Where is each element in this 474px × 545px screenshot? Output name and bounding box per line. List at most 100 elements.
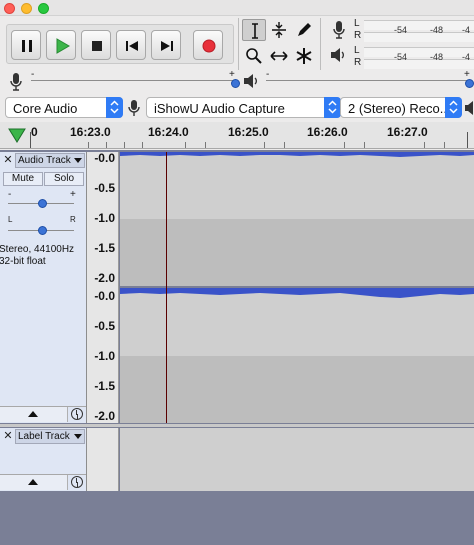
skip-to-start-icon	[126, 41, 138, 51]
timeline-label: 16:27.0	[387, 125, 428, 139]
record-meter-left[interactable]	[364, 20, 474, 30]
label-track-ruler	[87, 428, 119, 491]
label-track-lane[interactable]	[120, 428, 474, 491]
label-track-menu-button[interactable]: Label Track	[15, 429, 85, 444]
time-shift-tool-button[interactable]	[267, 45, 291, 67]
pause-icon	[22, 40, 32, 52]
ruler-label: -2.0	[94, 271, 115, 285]
waveform-right-channel[interactable]	[120, 288, 474, 423]
gain-slider[interactable]	[38, 199, 47, 208]
ruler-label: -1.0	[94, 349, 115, 363]
transport-toolbar	[6, 24, 234, 64]
play-meter-left[interactable]	[364, 47, 474, 57]
solo-button[interactable]: Solo	[44, 172, 84, 186]
timeline-label: 16:24.0	[148, 125, 189, 139]
track-format-bits: 32-bit float	[0, 256, 46, 267]
record-volume-slider-track	[31, 80, 236, 81]
playback-volume-slider-track	[266, 80, 470, 81]
record-meter-right[interactable]	[364, 32, 474, 42]
draw-tool-button[interactable]	[292, 19, 316, 41]
ruler-label: -2.0	[94, 409, 115, 423]
meter-tick: -4	[462, 52, 471, 62]
timeline-label: 16:23.0	[70, 125, 111, 139]
select-arrows-icon	[106, 97, 123, 118]
multi-tool-button[interactable]	[292, 45, 316, 67]
window-maximize-button[interactable]	[38, 3, 49, 14]
gain-minus-label: -	[8, 189, 12, 200]
play-icon	[56, 38, 70, 54]
label-track-control-panel: ✕ Label Track	[0, 428, 87, 491]
sync-lock-clock-icon[interactable]	[71, 408, 83, 420]
audio-track-menu-button[interactable]: Audio Track	[15, 153, 85, 168]
record-icon	[202, 39, 216, 53]
selection-tool-button[interactable]	[242, 19, 266, 41]
envelope-tool-button[interactable]	[267, 19, 291, 41]
double-arrow-icon	[270, 51, 288, 61]
pause-button[interactable]	[11, 30, 41, 60]
skip-to-end-button[interactable]	[151, 30, 181, 60]
recording-channels-value: 2 (Stereo) Reco...	[348, 101, 451, 116]
stop-button[interactable]	[81, 30, 111, 60]
audio-track-vertical-ruler[interactable]: -0.0 -0.5 -1.0 -1.5 -2.0 -0.0 -0.5 -1.0 …	[87, 151, 119, 423]
triangle-up-icon	[28, 479, 38, 485]
audio-host-value: Core Audio	[13, 101, 78, 116]
pencil-icon	[298, 23, 311, 36]
playback-volume-slider[interactable]	[465, 79, 474, 88]
audio-track-control-panel: ✕ Audio Track Mute Solo - + L R Stereo, …	[0, 152, 87, 423]
pan-left-label: L	[8, 215, 13, 224]
record-button[interactable]	[193, 30, 223, 60]
waveform-trace	[120, 288, 474, 298]
skip-to-start-button[interactable]	[116, 30, 146, 60]
waveform-trace	[120, 152, 474, 157]
microphone-icon[interactable]	[331, 20, 347, 40]
audio-track-name: Audio Track	[18, 155, 71, 166]
collapse-track-button[interactable]	[0, 407, 68, 422]
timeline-ruler[interactable]: 0 16:23.0 16:24.0 16:25.0 16:26.0 16:27.…	[0, 122, 474, 149]
meter-tick: -54	[394, 52, 408, 62]
timeline-label: 16:25.0	[228, 125, 269, 139]
select-arrows-icon	[324, 97, 341, 118]
mute-button[interactable]: Mute	[3, 172, 43, 186]
play-button[interactable]	[46, 30, 76, 60]
audio-host-select[interactable]: Core Audio	[5, 97, 123, 118]
triangle-up-icon	[28, 411, 38, 417]
recording-device-select[interactable]: iShowU Audio Capture	[146, 97, 341, 118]
skip-to-end-icon	[161, 41, 173, 51]
close-track-icon[interactable]: ✕	[2, 154, 14, 166]
close-track-icon[interactable]: ✕	[2, 430, 14, 442]
play-meter-right-label: R	[354, 57, 362, 68]
gain-plus-label: +	[70, 189, 76, 200]
title-bar	[0, 0, 474, 16]
microphone-icon	[10, 73, 22, 91]
ruler-label: -1.0	[94, 211, 115, 225]
waveform-left-channel[interactable]	[120, 152, 474, 286]
play-head-triangle-icon[interactable]	[7, 126, 27, 144]
play-meter-right[interactable]	[364, 59, 474, 69]
toolbar-divider	[320, 18, 321, 70]
zoom-tool-button[interactable]	[242, 45, 266, 67]
track-format-rate: Stereo, 44100Hz	[0, 244, 75, 255]
ruler-label: -0.0	[94, 151, 115, 165]
window-close-button[interactable]	[4, 3, 15, 14]
asterisk-icon	[296, 48, 312, 64]
magnifier-icon	[246, 48, 262, 64]
recording-channels-select[interactable]: 2 (Stereo) Reco...	[340, 97, 462, 118]
speaker-icon	[465, 101, 473, 115]
speaker-icon[interactable]	[330, 47, 348, 63]
envelope-icon	[272, 22, 286, 38]
edit-cursor	[166, 152, 167, 423]
meter-tick: -48	[430, 25, 444, 35]
audacity-window: L R L R -54 -48 -4 -54 -48 -4 - + - + Co…	[0, 0, 474, 545]
pan-slider[interactable]	[38, 226, 47, 235]
record-volume-slider[interactable]	[231, 79, 240, 88]
collapse-track-button[interactable]	[0, 475, 68, 490]
ruler-label: -1.5	[94, 241, 115, 255]
ruler-label: -0.0	[94, 289, 115, 303]
play-meter-left-label: L	[354, 45, 360, 56]
window-minimize-button[interactable]	[21, 3, 32, 14]
chevron-down-icon	[74, 434, 82, 439]
record-meter-right-label: R	[354, 30, 362, 41]
meter-tick: -48	[430, 52, 444, 62]
recording-device-value: iShowU Audio Capture	[154, 101, 285, 116]
sync-lock-clock-icon[interactable]	[71, 476, 83, 488]
